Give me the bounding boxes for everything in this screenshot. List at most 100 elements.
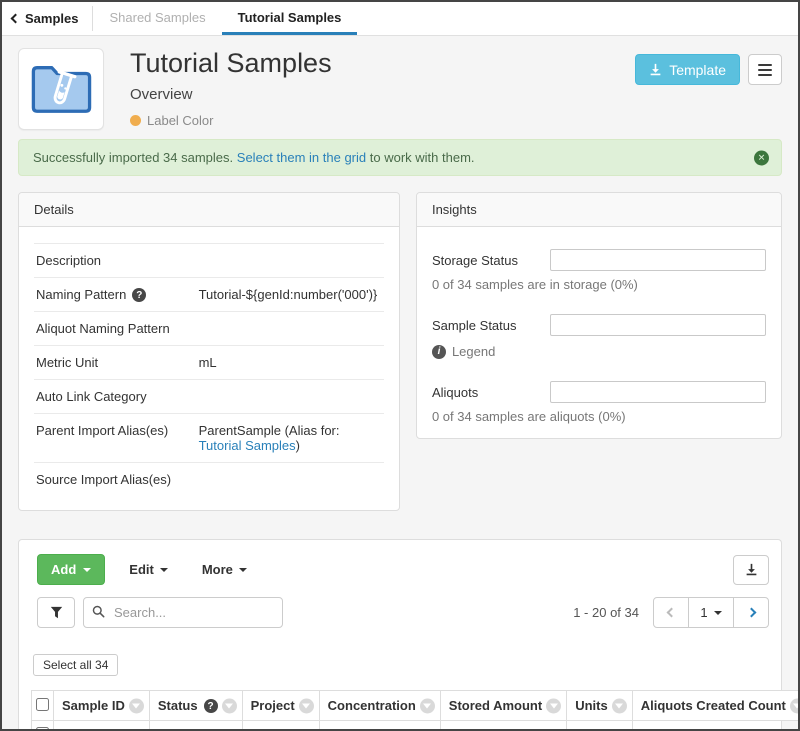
column-menu-icon[interactable] — [420, 698, 435, 713]
column-header-aliquots-created-count[interactable]: Aliquots Created Count — [632, 691, 800, 721]
header-text: Tutorial Samples Overview Label Color — [130, 48, 635, 128]
insights-panel-body: Storage Status 0 of 34 samples are in st… — [417, 227, 781, 438]
search-icon — [92, 605, 105, 618]
details-row-auto-link-category: Auto Link Category — [34, 379, 384, 413]
select-all-checkbox[interactable] — [36, 698, 49, 711]
filter-button[interactable] — [37, 597, 75, 628]
filter-funnel-icon — [50, 606, 63, 619]
alert-text: Successfully imported 34 samples. — [33, 150, 233, 165]
download-icon — [649, 63, 662, 76]
label-color-text: Label Color — [147, 113, 214, 128]
legend-toggle[interactable]: i Legend — [432, 344, 766, 359]
field-label: Aliquot Naming Pattern — [36, 321, 170, 336]
row-checkbox[interactable] — [36, 727, 49, 731]
edit-button-label: Edit — [129, 562, 154, 577]
field-value — [199, 253, 382, 268]
search-input[interactable] — [83, 597, 283, 628]
label-color-row: Label Color — [130, 113, 635, 128]
tab-tutorial-samples[interactable]: Tutorial Samples — [222, 2, 358, 35]
samples-table: Sample ID Status ? Project — [31, 690, 800, 731]
field-label: Parent Import Alias(es) — [36, 423, 168, 438]
details-panel: Details Description Naming Pattern ? Tut… — [18, 192, 400, 511]
column-menu-icon[interactable] — [790, 698, 800, 713]
next-page-button[interactable] — [733, 597, 769, 628]
storage-status-bar — [550, 249, 766, 271]
previous-page-button[interactable] — [653, 597, 689, 628]
caret-down-icon — [714, 611, 722, 615]
cell-project: Tutorial — [242, 721, 319, 731]
column-label: Concentration — [328, 698, 416, 713]
field-label: Description — [36, 253, 101, 268]
field-value: Tutorial-${genId:number('000')} — [199, 287, 382, 302]
caret-down-icon — [239, 568, 247, 572]
legend-label: Legend — [452, 344, 495, 359]
edit-dropdown-button[interactable]: Edit — [119, 555, 178, 584]
page-number-dropdown[interactable]: 1 — [689, 597, 733, 628]
page-number-label: 1 — [700, 605, 707, 620]
storage-status-metric: Storage Status 0 of 34 samples are in st… — [432, 249, 766, 292]
column-label: Sample ID — [62, 698, 125, 713]
cell-stored-amount — [440, 721, 566, 731]
insights-panel: Insights Storage Status 0 of 34 samples … — [416, 192, 782, 439]
chevron-left-icon — [666, 608, 676, 618]
field-label: Source Import Alias(es) — [36, 472, 171, 487]
label-color-dot-icon — [130, 115, 141, 126]
manage-menu-button[interactable] — [748, 54, 782, 85]
back-to-samples-link[interactable]: Samples — [2, 2, 92, 35]
help-question-icon[interactable]: ? — [132, 288, 146, 302]
hamburger-icon — [758, 64, 772, 66]
template-button[interactable]: Template — [635, 54, 740, 85]
column-label: Aliquots Created Count — [641, 698, 786, 713]
details-row-metric-unit: Metric Unit mL — [34, 345, 384, 379]
select-all-checkbox-cell — [32, 691, 54, 721]
column-menu-icon[interactable] — [546, 698, 561, 713]
cell-status — [149, 721, 242, 731]
field-value — [199, 472, 382, 487]
column-menu-icon[interactable] — [299, 698, 314, 713]
column-menu-icon[interactable] — [222, 698, 237, 713]
export-button[interactable] — [733, 555, 769, 585]
column-header-status[interactable]: Status ? — [149, 691, 242, 721]
metric-caption: 0 of 34 samples are in storage (0%) — [432, 277, 766, 292]
aliquots-bar — [550, 381, 766, 403]
add-button-label: Add — [51, 562, 76, 577]
column-header-concentration[interactable]: Concentration — [319, 691, 440, 721]
grid-toolbar-secondary: 1 - 20 of 34 1 — [31, 597, 769, 628]
alert-close-icon[interactable]: ✕ — [754, 150, 769, 165]
info-icon: i — [432, 345, 446, 359]
column-menu-icon[interactable] — [612, 698, 627, 713]
download-icon — [745, 563, 758, 576]
alert-text-suffix: to work with them. — [366, 150, 474, 165]
column-menu-icon[interactable] — [129, 698, 144, 713]
field-value — [199, 389, 382, 404]
sample-type-tabbar: Samples Shared Samples Tutorial Samples — [2, 2, 798, 36]
details-row-aliquot-naming-pattern: Aliquot Naming Pattern — [34, 311, 384, 345]
column-header-units[interactable]: Units — [567, 691, 633, 721]
tab-shared-samples[interactable]: Shared Samples — [93, 2, 221, 35]
metric-label: Aliquots — [432, 385, 550, 400]
details-panel-body: Description Naming Pattern ? Tutorial-${… — [19, 227, 399, 510]
pagination-range-text: 1 - 20 of 34 — [573, 605, 639, 620]
column-header-sample-id[interactable]: Sample ID — [54, 691, 150, 721]
select-all-button[interactable]: Select all 34 — [33, 654, 118, 676]
details-row-description: Description — [34, 243, 384, 277]
hamburger-icon — [758, 74, 772, 76]
column-header-stored-amount[interactable]: Stored Amount — [440, 691, 566, 721]
column-label: Units — [575, 698, 608, 713]
sample-folder-icon — [30, 60, 92, 118]
more-dropdown-button[interactable]: More — [192, 555, 257, 584]
select-in-grid-link[interactable]: Select them in the grid — [237, 150, 366, 165]
grid-toolbar-primary: Add Edit More — [31, 554, 769, 585]
aliquots-metric: Aliquots 0 of 34 samples are aliquots (0… — [432, 381, 766, 424]
column-header-project[interactable]: Project — [242, 691, 319, 721]
add-dropdown-button[interactable]: Add — [37, 554, 105, 585]
tab-label: Shared Samples — [109, 10, 205, 25]
tutorial-samples-link[interactable]: Tutorial Samples — [199, 438, 296, 453]
help-question-icon[interactable]: ? — [204, 699, 218, 713]
search-container — [83, 597, 283, 628]
sample-link[interactable]: Tutorial-034 — [62, 728, 131, 731]
details-row-parent-import-alias: Parent Import Alias(es) ParentSample (Al… — [34, 413, 384, 462]
details-row-source-import-alias: Source Import Alias(es) — [34, 462, 384, 496]
tab-label: Tutorial Samples — [238, 10, 342, 25]
metric-label: Storage Status — [432, 253, 550, 268]
